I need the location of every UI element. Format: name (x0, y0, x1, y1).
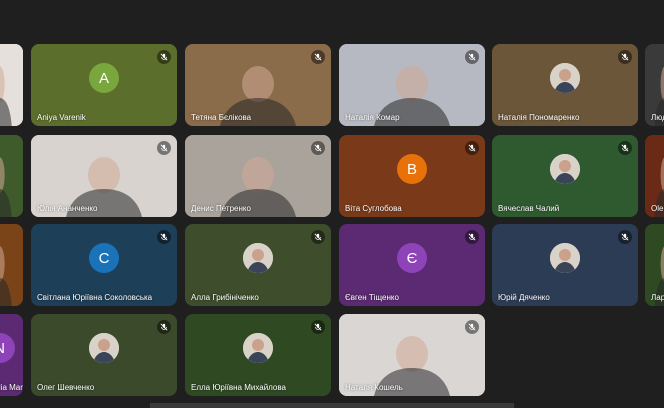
participant-name: Денис Петренко (191, 204, 251, 213)
avatar (550, 243, 580, 274)
mic-off-icon (157, 50, 171, 64)
mic-off-icon (465, 141, 479, 155)
participant-tile[interactable]: B Віта Суглобова (339, 135, 485, 217)
mic-off-icon (157, 141, 171, 155)
avatar (243, 333, 273, 364)
participant-name: Елла Юріївна Михайлова (191, 383, 286, 392)
participant-name: Віта Суглобова (345, 204, 402, 213)
participant-tile[interactable]: Наталія Пономаренко (492, 44, 638, 126)
participant-tile[interactable]: Олег Шевченко (31, 314, 177, 396)
avatar: Є (397, 243, 427, 274)
participant-tile[interactable]: Наталя Кошель (339, 314, 485, 396)
participant-name: Юрій Дяченко (498, 293, 550, 302)
participant-tile[interactable]: Лар (645, 224, 664, 306)
participant-tile[interactable] (0, 135, 23, 217)
participant-tile[interactable]: Люд (645, 44, 664, 126)
participant-tile[interactable] (0, 44, 23, 126)
participant-name: Вячеслав Чалий (498, 204, 560, 213)
participant-tile[interactable]: Вячеслав Чалий (492, 135, 638, 217)
participant-name: Ole (651, 204, 664, 213)
participant-tile[interactable]: Юрій Дяченко (492, 224, 638, 306)
participant-tile[interactable]: Є Євген Тіщенко (339, 224, 485, 306)
avatar (550, 154, 580, 185)
participant-name: Юлія Ананченко (37, 204, 98, 213)
participant-name: Natalia Martynenko (0, 383, 23, 392)
toolbar-edge (150, 403, 514, 408)
participant-tile[interactable]: Тетяна Бєлікова (185, 44, 331, 126)
participant-name: Алла Грибініченко (191, 293, 259, 302)
avatar: A (89, 63, 119, 94)
mic-off-icon (311, 141, 325, 155)
mic-off-icon (465, 320, 479, 334)
avatar: C (89, 243, 119, 274)
participant-tile[interactable]: Наталія Комар (339, 44, 485, 126)
participant-name: Олег Шевченко (37, 383, 95, 392)
mic-off-icon (618, 141, 632, 155)
participant-name: Люд (651, 113, 664, 122)
participant-tile[interactable]: C Світлана Юріївна Соколовська (31, 224, 177, 306)
video-feed (0, 135, 23, 217)
mic-off-icon (311, 320, 325, 334)
participant-tile[interactable]: A Aniya Varenik (31, 44, 177, 126)
participant-name: Світлана Юріївна Соколовська (37, 293, 153, 302)
mic-off-icon (465, 50, 479, 64)
participant-name: Лар (651, 293, 664, 302)
participant-name: Наталя Кошель (345, 383, 403, 392)
participant-name: Тетяна Бєлікова (191, 113, 252, 122)
participant-tile[interactable] (0, 224, 23, 306)
video-feed (0, 224, 23, 306)
participant-name: Євген Тіщенко (345, 293, 399, 302)
participant-tile[interactable]: Ole (645, 135, 664, 217)
participant-tile[interactable]: Алла Грибініченко (185, 224, 331, 306)
participant-name: Aniya Varenik (37, 113, 86, 122)
avatar (550, 63, 580, 94)
mic-off-icon (311, 50, 325, 64)
avatar (89, 333, 119, 364)
mic-off-icon (618, 230, 632, 244)
participant-tile[interactable]: Денис Петренко (185, 135, 331, 217)
participant-name: Наталія Пономаренко (498, 113, 580, 122)
mic-off-icon (157, 230, 171, 244)
mic-off-icon (157, 320, 171, 334)
video-feed (0, 44, 23, 126)
avatar (243, 243, 273, 274)
participant-tile[interactable]: Юлія Ананченко (31, 135, 177, 217)
avatar: B (397, 154, 427, 185)
participant-name: Наталія Комар (345, 113, 400, 122)
participant-tile[interactable]: N Natalia Martynenko (0, 314, 23, 396)
mic-off-icon (311, 230, 325, 244)
participant-tile[interactable]: Елла Юріївна Михайлова (185, 314, 331, 396)
mic-off-icon (465, 230, 479, 244)
mic-off-icon (618, 50, 632, 64)
avatar: N (0, 333, 15, 364)
